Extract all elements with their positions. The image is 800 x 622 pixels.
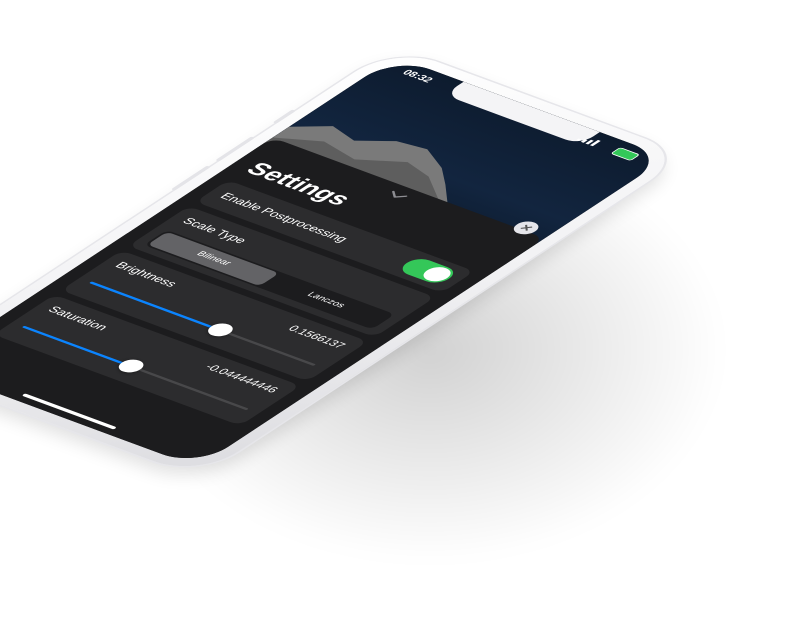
saturation-label: Saturation [44,304,112,333]
toggle-knob [417,264,457,284]
brightness-label: Brightness [112,259,181,289]
brightness-value: 0.1566137 [285,323,349,351]
stage: 08:32 ✕ Settings Enable Postprocessing S… [0,0,800,622]
phone-mockup: 08:32 ✕ Settings Enable Postprocessing S… [0,0,800,622]
postprocessing-toggle[interactable] [396,255,460,286]
xmark-icon: ✕ [515,222,537,234]
saturation-slider-fill [21,325,132,367]
phone: 08:32 ✕ Settings Enable Postprocessing S… [0,46,689,478]
chevron-down-icon[interactable] [387,190,408,201]
